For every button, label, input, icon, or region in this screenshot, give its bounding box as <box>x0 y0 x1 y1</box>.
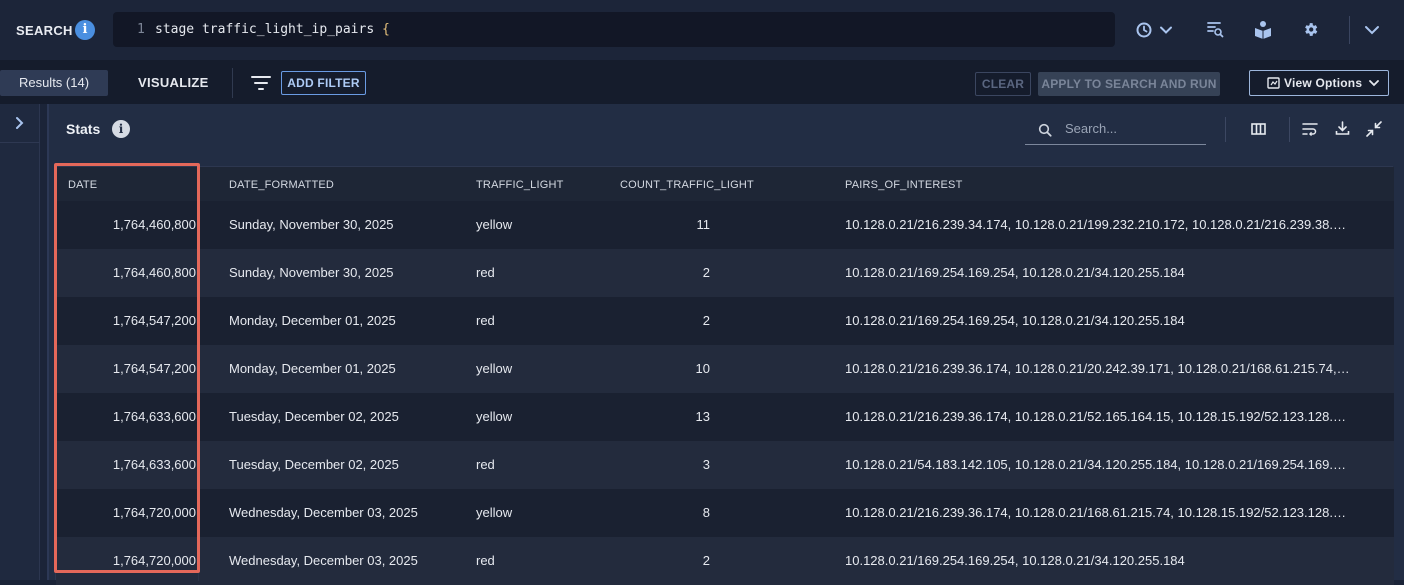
cell-date-formatted: Tuesday, December 02, 2025 <box>229 409 399 424</box>
expand-chevron-icon[interactable] <box>12 116 26 130</box>
table-row[interactable]: 1,764,547,200 Monday, December 01, 2025 … <box>56 345 1394 393</box>
columns-icon[interactable] <box>1251 123 1266 135</box>
cell-date-formatted: Tuesday, December 02, 2025 <box>229 457 399 472</box>
cell-pairs: 10.128.0.21/216.239.36.174, 10.128.0.21/… <box>845 505 1350 520</box>
cell-count: 10 <box>695 361 710 376</box>
table-row[interactable]: 1,764,460,800 Sunday, November 30, 2025 … <box>56 249 1394 297</box>
cell-traffic-light: red <box>476 457 495 472</box>
column-header-date[interactable]: DATE <box>68 179 97 191</box>
collapse-icon[interactable] <box>1366 121 1382 137</box>
toolbar-divider <box>232 68 233 98</box>
cell-traffic-light: yellow <box>476 505 513 520</box>
cell-count: 13 <box>695 409 710 424</box>
column-header-pairs-of-interest[interactable]: PAIRS_OF_INTEREST <box>845 179 963 191</box>
cell-date: 1,764,720,000 <box>112 505 196 520</box>
cell-count: 11 <box>696 217 711 232</box>
cell-date: 1,764,460,800 <box>112 217 196 232</box>
view-options-icon <box>1267 77 1280 89</box>
table-row[interactable]: 1,764,547,200 Monday, December 01, 2025 … <box>56 297 1394 345</box>
query-brace: { <box>381 22 390 37</box>
rail-divider <box>0 142 40 143</box>
panel-divider <box>1225 117 1226 142</box>
wrap-text-icon[interactable] <box>1302 122 1318 136</box>
column-divider <box>198 167 199 581</box>
cell-traffic-light: yellow <box>476 361 513 376</box>
book-user-icon[interactable] <box>1254 19 1272 39</box>
cell-count: 2 <box>702 553 710 568</box>
chevron-down-icon[interactable] <box>1159 23 1173 37</box>
column-header-date-formatted[interactable]: DATE_FORMATTED <box>229 179 334 191</box>
cell-date: 1,764,633,600 <box>112 409 196 424</box>
results-toolbar: Results (14) VISUALIZE ADD FILTER CLEAR … <box>0 60 1404 104</box>
cell-traffic-light: yellow <box>476 409 513 424</box>
history-icon[interactable] <box>1135 21 1153 39</box>
cell-pairs: 10.128.0.21/169.254.169.254, 10.128.0.21… <box>845 553 1185 568</box>
column-header-traffic-light[interactable]: TRAFFIC_LIGHT <box>476 179 564 191</box>
panel-title: Stats <box>66 121 101 137</box>
left-rail <box>0 104 40 580</box>
cell-pairs: 10.128.0.21/216.239.34.174, 10.128.0.21/… <box>845 217 1350 232</box>
cell-date-formatted: Sunday, November 30, 2025 <box>229 217 394 232</box>
query-text[interactable]: stage traffic_light_ip_pairs { <box>155 22 390 37</box>
cell-pairs: 10.128.0.21/216.239.36.174, 10.128.0.21/… <box>845 409 1350 424</box>
cell-traffic-light: red <box>476 313 495 328</box>
chevron-down-icon[interactable] <box>1364 23 1380 37</box>
info-icon[interactable]: i <box>112 120 130 138</box>
cell-count: 8 <box>702 505 710 520</box>
cell-pairs: 10.128.0.21/169.254.169.254, 10.128.0.21… <box>845 313 1185 328</box>
view-options-label: View Options <box>1284 76 1363 90</box>
cell-date-formatted: Wednesday, December 03, 2025 <box>229 505 418 520</box>
cell-date: 1,764,720,000 <box>112 553 196 568</box>
cell-date: 1,764,633,600 <box>112 457 196 472</box>
cell-date-formatted: Monday, December 01, 2025 <box>229 361 396 376</box>
apply-to-search-button[interactable]: APPLY TO SEARCH AND RUN <box>1038 72 1220 96</box>
cell-date-formatted: Monday, December 01, 2025 <box>229 313 396 328</box>
query-statement: stage traffic_light_ip_pairs <box>155 22 382 37</box>
cell-count: 2 <box>702 313 710 328</box>
search-input[interactable] <box>1065 121 1200 136</box>
cell-date-formatted: Sunday, November 30, 2025 <box>229 265 394 280</box>
table-row[interactable]: 1,764,720,000 Wednesday, December 03, 20… <box>56 537 1394 585</box>
top-bar: SEARCH i 1 stage traffic_light_ip_pairs … <box>0 0 1404 60</box>
table-row[interactable]: 1,764,460,800 Sunday, November 30, 2025 … <box>56 201 1394 249</box>
search-label: SEARCH <box>16 23 73 38</box>
cell-date: 1,764,460,800 <box>112 265 196 280</box>
table-row[interactable]: 1,764,720,000 Wednesday, December 03, 20… <box>56 489 1394 537</box>
cell-traffic-light: red <box>476 553 495 568</box>
filter-icon[interactable] <box>251 75 271 91</box>
cell-pairs: 10.128.0.21/54.183.142.105, 10.128.0.21/… <box>845 457 1350 472</box>
cell-date: 1,764,547,200 <box>112 361 196 376</box>
search-list-icon[interactable] <box>1206 20 1224 38</box>
search-icon <box>1038 123 1052 137</box>
cell-count: 2 <box>702 265 710 280</box>
table-row[interactable]: 1,764,633,600 Tuesday, December 02, 2025… <box>56 393 1394 441</box>
tab-visualize[interactable]: VISUALIZE <box>138 75 209 90</box>
table-search[interactable] <box>1025 116 1206 145</box>
cell-date-formatted: Wednesday, December 03, 2025 <box>229 553 418 568</box>
cell-pairs: 10.128.0.21/216.239.36.174, 10.128.0.21/… <box>845 361 1350 376</box>
view-options-button[interactable]: View Options <box>1249 70 1389 96</box>
add-filter-button[interactable]: ADD FILTER <box>281 71 366 95</box>
panel-divider <box>1289 117 1290 142</box>
cell-traffic-light: red <box>476 265 495 280</box>
query-editor[interactable]: 1 stage traffic_light_ip_pairs { <box>113 12 1115 47</box>
clear-button[interactable]: CLEAR <box>975 72 1031 96</box>
download-icon[interactable] <box>1335 121 1350 136</box>
results-table: DATE DATE_FORMATTED TRAFFIC_LIGHT COUNT_… <box>55 166 1394 585</box>
info-icon[interactable]: i <box>75 20 95 40</box>
gear-icon[interactable] <box>1302 21 1319 38</box>
cell-date: 1,764,547,200 <box>112 313 196 328</box>
table-header: DATE DATE_FORMATTED TRAFFIC_LIGHT COUNT_… <box>56 167 1394 201</box>
cell-traffic-light: yellow <box>476 217 513 232</box>
cell-count: 3 <box>702 457 710 472</box>
cell-pairs: 10.128.0.21/169.254.169.254, 10.128.0.21… <box>845 265 1185 280</box>
line-number: 1 <box>137 22 145 37</box>
toolbar-divider <box>1349 16 1350 44</box>
table-row[interactable]: 1,764,633,600 Tuesday, December 02, 2025… <box>56 441 1394 489</box>
chevron-down-icon <box>1369 79 1379 87</box>
column-header-count-traffic-light[interactable]: COUNT_TRAFFIC_LIGHT <box>620 179 754 191</box>
tab-results[interactable]: Results (14) <box>0 70 108 96</box>
